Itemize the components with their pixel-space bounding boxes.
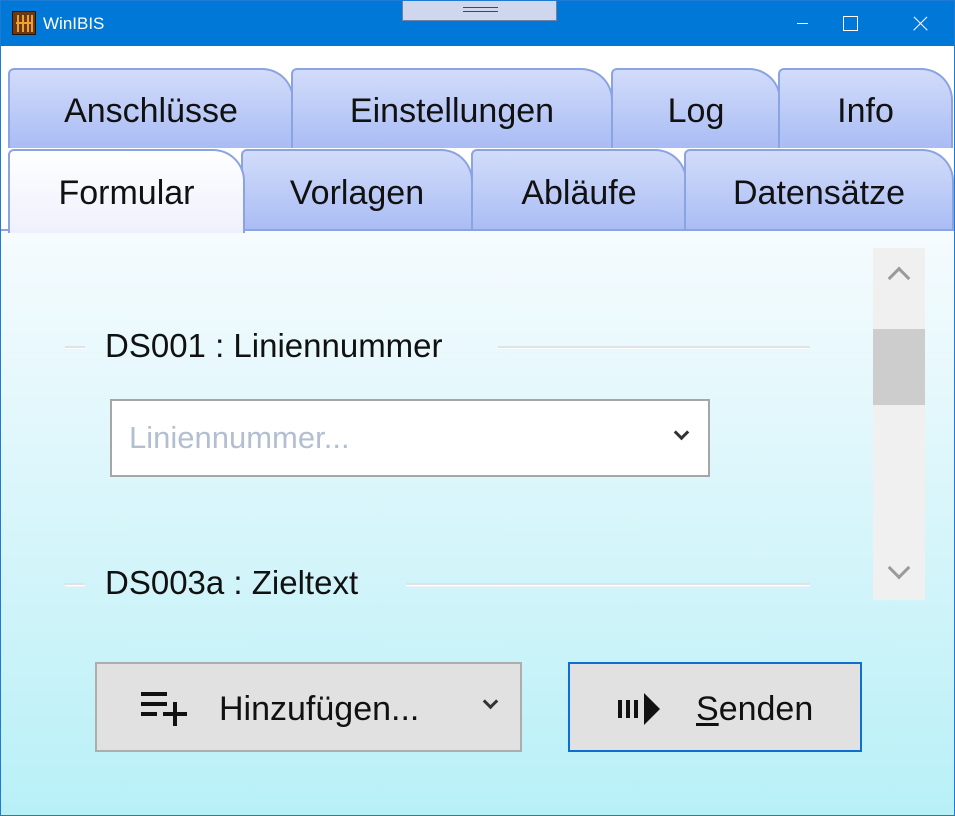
add-button[interactable]: Hinzufügen...	[95, 662, 522, 752]
tab-datensaetze[interactable]: Datensätze	[684, 149, 954, 231]
tab-label: Abläufe	[521, 174, 637, 212]
tab-info[interactable]: Info	[778, 68, 953, 148]
group-header-ds003a: DS003a : Zieltext	[105, 564, 359, 601]
tab-einstellungen[interactable]: Einstellungen	[291, 68, 613, 148]
liniennummer-placeholder: Liniennummer...	[129, 420, 350, 455]
add-button-label: Hinzufügen...	[219, 690, 420, 728]
tab-label: Datensätze	[733, 174, 905, 212]
app-icon	[12, 11, 36, 35]
tab-formular[interactable]: Formular	[8, 149, 245, 233]
tab-label: Log	[667, 92, 725, 130]
minimize-button[interactable]	[780, 1, 826, 46]
divider	[498, 346, 810, 349]
tab-label: Vorlagen	[289, 174, 425, 212]
scroll-down-icon[interactable]	[873, 550, 925, 600]
scroll-up-icon[interactable]	[873, 248, 925, 298]
tab-vorlagen[interactable]: Vorlagen	[241, 149, 473, 231]
window-title: WinIBIS	[43, 14, 105, 33]
tab-log[interactable]: Log	[611, 68, 781, 148]
tab-label: Formular	[58, 174, 195, 212]
title-bar[interactable]: WinIBIS	[1, 1, 954, 46]
vertical-scrollbar[interactable]	[873, 248, 925, 600]
access-key: S	[696, 690, 719, 728]
liniennummer-combobox[interactable]: Liniennummer...	[110, 399, 710, 477]
playlist-add-icon	[141, 692, 187, 726]
tab-ablaeufe[interactable]: Abläufe	[471, 149, 687, 231]
maximize-button[interactable]	[826, 1, 872, 46]
group-header-ds001: DS001 : Liniennummer	[105, 327, 443, 364]
send-arrow-icon	[618, 693, 660, 725]
chevron-down-icon[interactable]	[482, 693, 499, 710]
send-button[interactable]: Senden	[568, 662, 862, 752]
drag-grip-handle[interactable]	[402, 1, 557, 21]
formular-panel: DS001 : Liniennummer Liniennummer... DS0…	[1, 231, 954, 815]
close-button[interactable]	[895, 1, 941, 46]
chevron-down-icon[interactable]	[673, 424, 690, 441]
send-label-rest: enden	[718, 690, 814, 728]
tab-label: Einstellungen	[349, 92, 555, 130]
tab-label: Anschlüsse	[64, 92, 238, 130]
send-button-label: Senden	[696, 690, 813, 729]
tab-label: Info	[837, 92, 894, 130]
divider	[65, 346, 85, 349]
tab-anschluesse[interactable]: Anschlüsse	[8, 68, 294, 148]
divider	[406, 583, 810, 586]
scrollbar-thumb[interactable]	[873, 329, 925, 405]
app-window: WinIBIS Anschlüsse Einstellungen Log Inf…	[0, 0, 955, 816]
divider	[65, 583, 85, 586]
